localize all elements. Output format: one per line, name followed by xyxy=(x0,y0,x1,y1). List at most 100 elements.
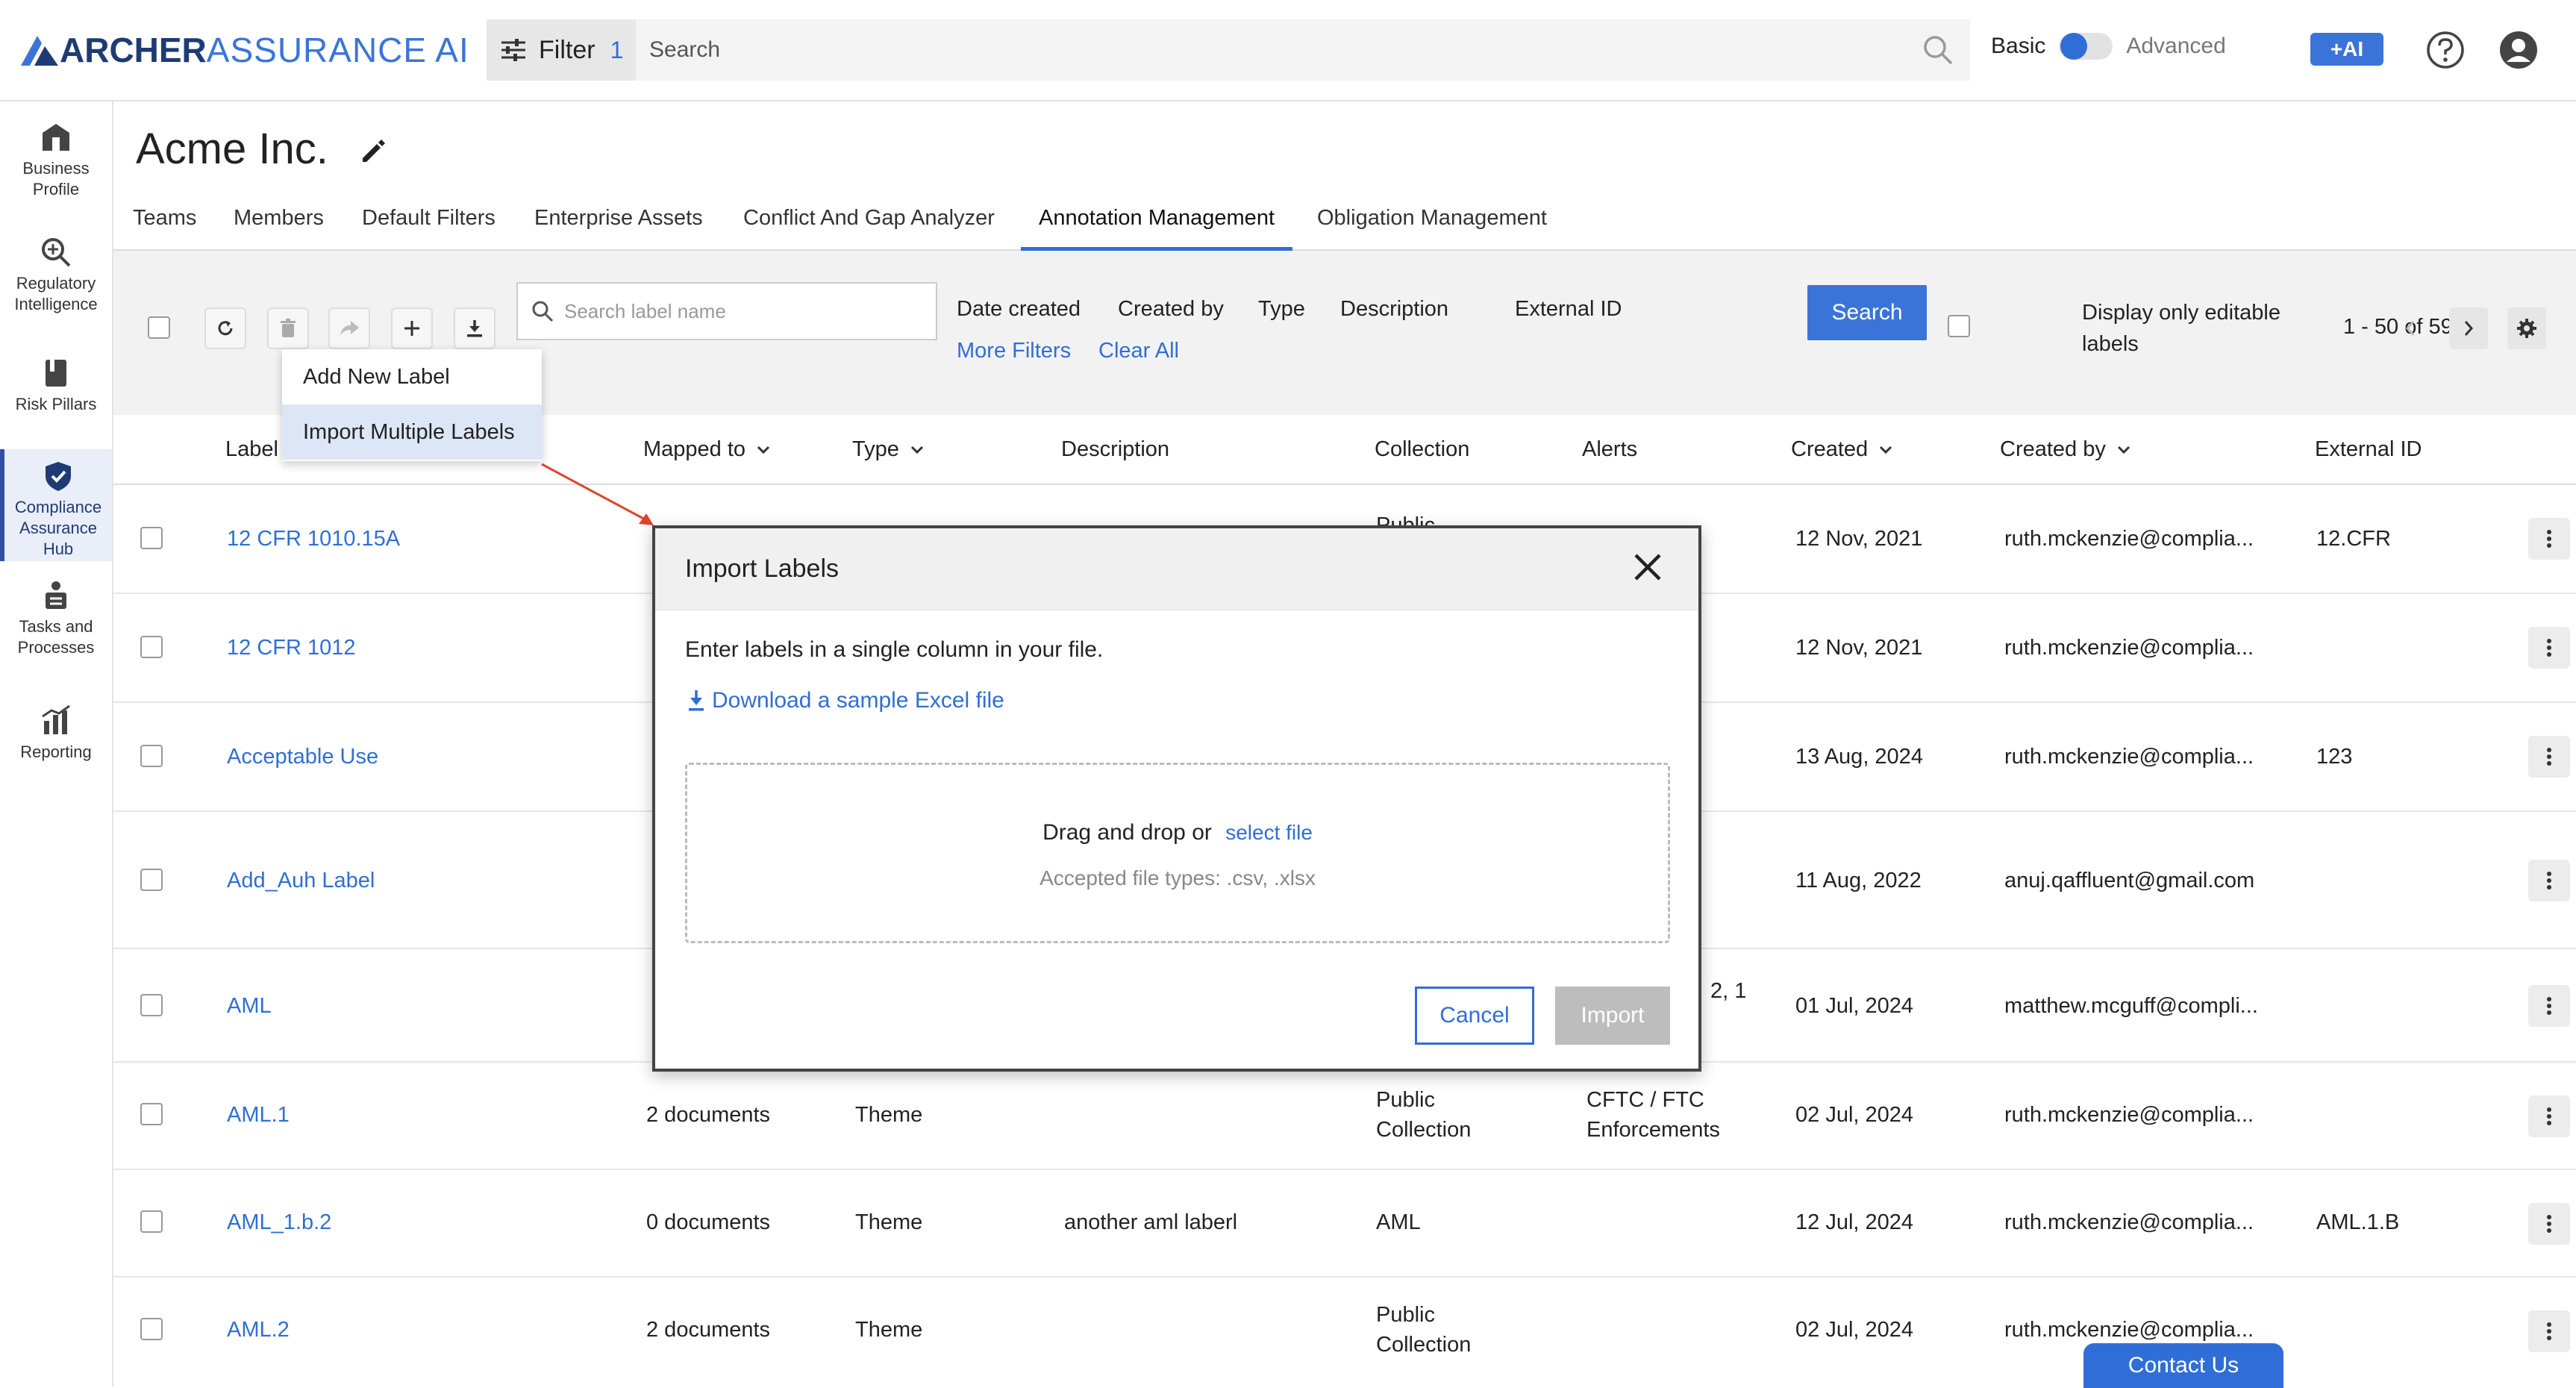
filter-created-by[interactable]: Created by xyxy=(1118,297,1224,322)
mode-toggle[interactable] xyxy=(2059,33,2113,60)
row-label-link[interactable]: 12 CFR 1010.15A xyxy=(227,524,400,554)
help-icon[interactable] xyxy=(2425,30,2466,70)
row-checkbox[interactable] xyxy=(140,636,163,658)
cancel-button[interactable]: Cancel xyxy=(1415,987,1534,1045)
tab-members[interactable]: Members xyxy=(234,206,324,251)
row-created-by: anuj.qaffluent@gmail.com xyxy=(2004,869,2255,892)
tab-teams[interactable]: Teams xyxy=(133,206,196,251)
row-label-link[interactable]: Add_Auh Label xyxy=(227,866,375,895)
row-label-link[interactable]: AML.1 xyxy=(227,1100,290,1130)
tab-annotation-management[interactable]: Annotation Management xyxy=(1021,206,1292,251)
label-search-input[interactable] xyxy=(564,299,922,323)
row-menu-button[interactable] xyxy=(2528,518,2570,560)
add-label-button[interactable] xyxy=(391,307,433,349)
prev-page-button[interactable] xyxy=(2391,307,2430,349)
tasks-icon xyxy=(46,581,66,609)
col-label[interactable]: Label xyxy=(225,437,278,462)
row-label-link[interactable]: AML_1.b.2 xyxy=(227,1207,331,1237)
row-checkbox[interactable] xyxy=(140,869,163,891)
table-settings-button[interactable] xyxy=(2507,307,2546,349)
row-checkbox[interactable] xyxy=(140,994,163,1016)
contact-us-button[interactable]: Contact Us xyxy=(2083,1343,2283,1388)
row-external-id: 12.CFR xyxy=(2316,527,2391,551)
download-sample-link[interactable]: Download a sample Excel file xyxy=(685,688,1004,713)
filter-description[interactable]: Description xyxy=(1340,297,1448,322)
filter-external-id[interactable]: External ID xyxy=(1515,297,1622,322)
table-row[interactable]: AML_1.b.2 0 documents Theme another aml … xyxy=(113,1170,2576,1278)
pencil-icon[interactable] xyxy=(358,136,387,164)
download-button[interactable] xyxy=(454,307,495,349)
editable-only-checkbox[interactable] xyxy=(1948,315,1970,337)
row-menu-button[interactable] xyxy=(2528,736,2570,778)
nav-risk-pillars[interactable]: Risk Pillars xyxy=(0,357,112,415)
import-button[interactable]: Import xyxy=(1555,987,1670,1045)
tab-default-filters[interactable]: Default Filters xyxy=(362,206,495,251)
tab-enterprise-assets[interactable]: Enterprise Assets xyxy=(534,206,703,251)
row-label-link[interactable]: Acceptable Use xyxy=(227,742,378,772)
select-all-checkbox[interactable] xyxy=(148,316,170,339)
nav-regulatory-intelligence[interactable]: Regulatory Intelligence xyxy=(0,236,112,315)
menu-add-new-label[interactable]: Add New Label xyxy=(282,349,542,404)
search-button[interactable]: Search xyxy=(1807,285,1927,340)
row-menu-button[interactable] xyxy=(2528,627,2570,669)
search-icon[interactable] xyxy=(1922,34,1954,66)
share-button[interactable] xyxy=(328,307,370,349)
row-alerts: CFTC / FTC Enforcements xyxy=(1586,1088,1720,1142)
user-avatar-icon[interactable] xyxy=(2498,30,2539,70)
kebab-icon xyxy=(2547,997,2551,1015)
row-label-link[interactable]: 12 CFR 1012 xyxy=(227,633,356,663)
row-menu-button[interactable] xyxy=(2528,1095,2570,1137)
filter-type[interactable]: Type xyxy=(1258,297,1305,322)
row-label-link[interactable]: AML xyxy=(227,991,272,1021)
drop-zone-text: Drag and drop or select file xyxy=(687,820,1668,845)
next-page-button[interactable] xyxy=(2449,307,2488,349)
logo-mark-icon xyxy=(21,36,58,66)
col-created-by[interactable]: Created by xyxy=(2000,437,2131,462)
menu-import-multiple-labels[interactable]: Import Multiple Labels xyxy=(282,404,542,460)
row-menu-button[interactable] xyxy=(2528,1310,2570,1352)
file-drop-zone[interactable]: Drag and drop or select file Accepted fi… xyxy=(685,763,1670,943)
col-alerts: Alerts xyxy=(1582,437,1637,462)
row-checkbox[interactable] xyxy=(140,1103,163,1125)
chevron-right-icon xyxy=(2464,321,2474,336)
select-file-link[interactable]: select file xyxy=(1225,821,1313,844)
nav-compliance-assurance-hub[interactable]: Compliance Assurance Hub xyxy=(0,449,112,561)
close-icon[interactable] xyxy=(1631,551,1664,584)
row-checkbox[interactable] xyxy=(140,1210,163,1233)
search-icon xyxy=(532,301,554,322)
row-checkbox[interactable] xyxy=(140,745,163,767)
col-mapped-to[interactable]: Mapped to xyxy=(643,437,771,462)
tab-conflict-gap-analyzer[interactable]: Conflict And Gap Analyzer xyxy=(743,206,995,251)
global-search-input[interactable] xyxy=(649,37,1843,63)
row-mapped: 2 documents xyxy=(646,1318,771,1342)
delete-button[interactable] xyxy=(267,307,309,349)
filter-button[interactable]: Filter 1 xyxy=(487,19,636,81)
refresh-button[interactable] xyxy=(204,307,246,349)
filter-date-created[interactable]: Date created xyxy=(957,297,1081,322)
magnifier-icon xyxy=(42,238,71,267)
gear-icon xyxy=(2517,319,2536,338)
archer-logo[interactable]: ARCHER ASSURANCE AI xyxy=(19,31,469,69)
more-filters-link[interactable]: More Filters xyxy=(957,339,1071,363)
row-label-link[interactable]: AML.2 xyxy=(227,1315,290,1345)
nav-label: Regulatory Intelligence xyxy=(14,274,98,313)
tab-obligation-management[interactable]: Obligation Management xyxy=(1317,206,1547,251)
clear-all-link[interactable]: Clear All xyxy=(1098,339,1179,363)
download-sample-text: Download a sample Excel file xyxy=(712,688,1004,713)
ai-button[interactable]: +AI xyxy=(2310,33,2383,66)
row-created-by: ruth.mckenzie@complia... xyxy=(2004,1103,2254,1127)
table-row[interactable]: AML.1 2 documents Theme Public Collectio… xyxy=(113,1063,2576,1170)
row-menu-button[interactable] xyxy=(2528,1203,2570,1245)
nav-tasks-and-processes[interactable]: Tasks and Processes xyxy=(0,579,112,658)
row-checkbox[interactable] xyxy=(140,1318,163,1340)
row-menu-button[interactable] xyxy=(2528,985,2570,1027)
row-menu-button[interactable] xyxy=(2528,860,2570,901)
col-created[interactable]: Created xyxy=(1791,437,1893,462)
row-checkbox[interactable] xyxy=(140,527,163,549)
annotation-arrow-icon xyxy=(541,463,654,525)
nav-business-profile[interactable]: Business Profile xyxy=(0,121,112,200)
col-type-text: Type xyxy=(852,437,899,461)
col-type[interactable]: Type xyxy=(852,437,925,462)
toggle-knob xyxy=(2060,33,2088,60)
nav-reporting[interactable]: Reporting xyxy=(0,704,112,763)
